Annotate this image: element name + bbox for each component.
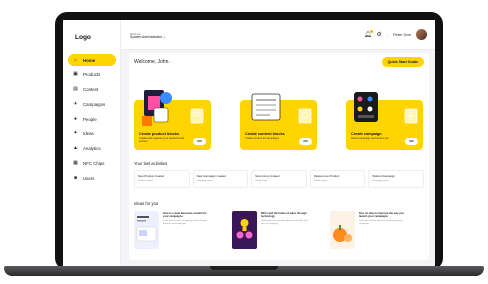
activity-title: New Group created (255, 174, 280, 178)
card-subtitle: Create content for campaigns (245, 137, 280, 140)
sidebar-item-label: Ideas (83, 131, 94, 137)
sidebar-item-analytics[interactable]: ▲ Analytics (68, 143, 116, 155)
content-illustration-icon (251, 93, 281, 121)
activity-item[interactable]: New Product created Product name 1 (134, 170, 190, 188)
activity-title: New Product created (138, 174, 165, 178)
avatar[interactable] (416, 29, 427, 40)
activity-item[interactable]: Started Campaign Campaign name (368, 170, 424, 188)
sidebar-item-campaigns[interactable]: ✈ Campaigns (68, 98, 116, 110)
sidebar-item-label: Content (83, 87, 99, 93)
sidebar-item-users[interactable]: ■ Users (68, 172, 116, 184)
doc-illustration-icon (190, 108, 204, 124)
activity-subtitle: Group name (255, 179, 268, 182)
sidebar-item-label: Analytics (83, 146, 101, 152)
idea-description: Learn how to create compelling content f… (163, 220, 207, 226)
sidebar-item-label: Products (83, 72, 101, 78)
welcome-heading: Welcome, John. (134, 59, 170, 65)
chart-icon: ▲ (73, 145, 78, 152)
activities-list: New Product created Product name 1 New C… (134, 170, 424, 188)
sidebar-item-label: Home (83, 57, 96, 63)
activity-item[interactable]: New Group created Group name (251, 170, 307, 188)
gear-icon[interactable]: ⚙ (377, 31, 382, 38)
idea-thumbnail (134, 211, 159, 249)
activity-subtitle: Product name (313, 179, 328, 182)
go-button[interactable]: GO (405, 138, 418, 145)
top-bar: Work as System Administrator ⌄ 🔔︎ ⚙ | Pe… (121, 20, 435, 50)
idea-thumbnail (232, 211, 257, 249)
sidebar-item-home[interactable]: ⌂ Home (68, 54, 116, 66)
notification-bell-icon[interactable]: 🔔︎ (364, 30, 373, 38)
card-subtitle: Create and organize your products and co… (139, 137, 184, 143)
box-icon: ▣ (73, 71, 78, 78)
app-logo[interactable]: Logo (75, 34, 91, 41)
sidebar-item-label: Users (83, 175, 95, 181)
doc-illustration-icon (298, 108, 312, 124)
idea-title: NFCs and the future of sales through tec… (261, 212, 307, 219)
activity-item[interactable]: New Campaign created Campaign name (192, 170, 249, 188)
sidebar-item-people[interactable]: ● People (68, 113, 116, 125)
card-title: Create campaign (351, 132, 382, 136)
idea-card[interactable]: How to create awesome content for your c… (134, 211, 212, 249)
activity-subtitle: Campaign name (196, 179, 213, 182)
activity-item[interactable]: Deleted one Product Product name (309, 170, 366, 188)
home-icon: ⌂ (73, 56, 78, 63)
ideas-list: How to create awesome content for your c… (134, 211, 424, 249)
megaphone-icon: ✈ (73, 100, 78, 107)
sidebar-item-ideas[interactable]: ✦ Ideas (68, 128, 116, 140)
sidebar-item-nfc-chips[interactable]: ▦ NFC Chips (68, 158, 116, 170)
sidebar: Logo ⌂ Home ▣ Products ▤ Content ✈ Campa… (63, 20, 121, 266)
go-button[interactable]: GO (193, 138, 206, 145)
chip-icon: ▦ (73, 160, 78, 167)
users-icon: ■ (73, 174, 78, 181)
activity-title: New Campaign created (196, 174, 226, 178)
idea-thumbnail (330, 211, 355, 249)
main-content: Welcome, John. Quick Start Guide Create … (129, 53, 429, 260)
campaign-illustration-icon (354, 92, 378, 122)
activity-subtitle: Product name 1 (138, 179, 154, 182)
card-title: Create product blocks (139, 132, 180, 136)
create-content-blocks-card[interactable]: Create content blocks Create content for… (240, 93, 317, 150)
document-icon: ▤ (73, 86, 78, 93)
sidebar-item-content[interactable]: ▤ Content (68, 84, 116, 96)
card-subtitle: Start a campaign and send it out (351, 137, 389, 140)
idea-title: Tips on How to improve the way you launc… (359, 212, 404, 219)
idea-description: Read about the latest developments with … (261, 220, 308, 226)
go-button[interactable]: GO (299, 138, 312, 145)
workspace-selector[interactable]: Work as System Administrator ⌄ (130, 32, 166, 40)
notification-dot (369, 30, 373, 33)
person-icon: ● (73, 115, 78, 122)
card-title: Create content blocks (245, 132, 285, 136)
topbar-actions: 🔔︎ ⚙ | Peter Doe (364, 29, 427, 40)
action-cards: Create product blocks Create and organiz… (134, 90, 424, 150)
activity-title: Started Campaign (372, 174, 395, 178)
user-name[interactable]: Peter Doe (393, 32, 411, 37)
sidebar-item-label: People (83, 116, 97, 122)
sidebar-item-label: NFC Chips (83, 161, 105, 167)
create-product-blocks-card[interactable]: Create product blocks Create and organiz… (134, 90, 211, 150)
chevron-down-icon: ⌄ (163, 35, 166, 40)
idea-title: How to create awesome content for your c… (163, 212, 207, 219)
sidebar-item-label: Campaigns (83, 101, 106, 107)
create-campaign-card[interactable]: Create campaign Start a campaign and sen… (346, 92, 423, 150)
ideas-heading: Ideas for you (134, 201, 159, 206)
quick-start-guide-button[interactable]: Quick Start Guide (381, 57, 424, 67)
idea-card[interactable]: NFCs and the future of sales through tec… (232, 211, 310, 249)
idea-card[interactable]: Tips on How to improve the way you launc… (330, 211, 408, 249)
idea-description: Learn tips and best practices for launch… (359, 220, 403, 226)
grid-illustration-icon (404, 108, 418, 124)
divider: | (386, 32, 388, 37)
lightbulb-icon: ✦ (73, 130, 78, 137)
sidebar-item-products[interactable]: ▣ Products (68, 69, 116, 81)
laptop-notch (210, 266, 278, 270)
sidebar-nav: ⌂ Home ▣ Products ▤ Content ✈ Campaigns … (68, 54, 116, 187)
screen: Logo ⌂ Home ▣ Products ▤ Content ✈ Campa… (63, 20, 435, 266)
products-illustration-icon (142, 90, 172, 126)
activity-subtitle: Campaign name (372, 179, 389, 182)
activities-heading: Your last activities (134, 161, 168, 166)
workspace-role: System Administrator (130, 35, 163, 40)
activity-title: Deleted one Product (313, 174, 340, 178)
